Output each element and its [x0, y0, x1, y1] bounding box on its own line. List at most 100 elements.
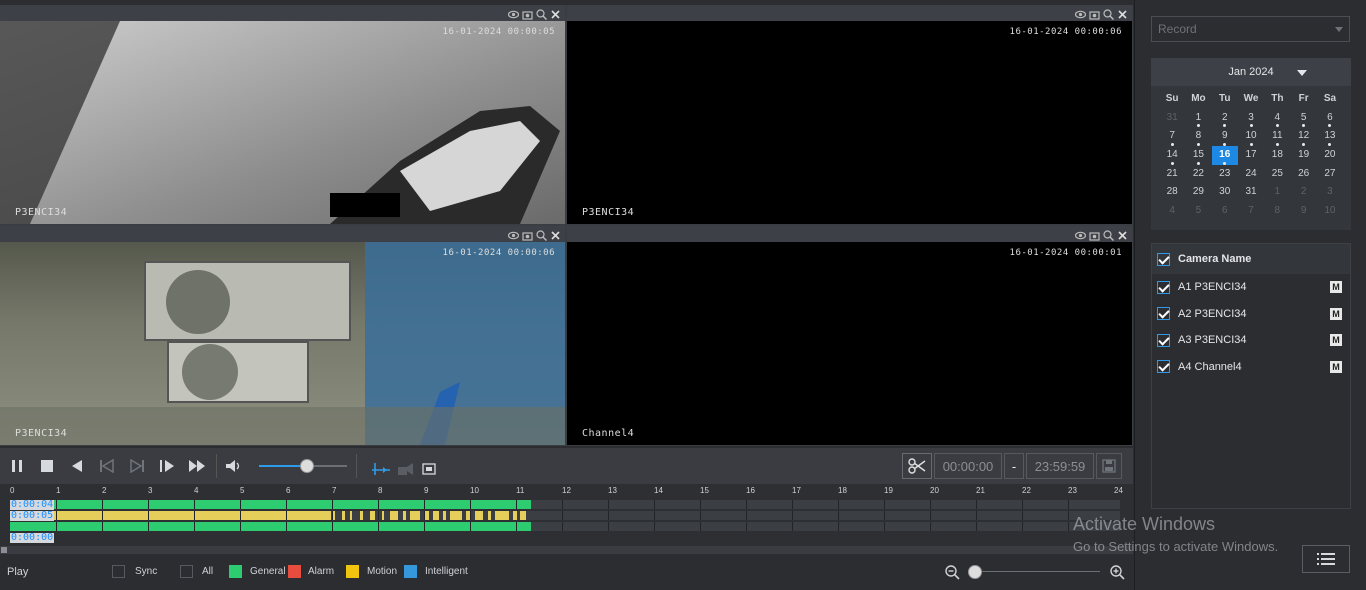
- calendar-day[interactable]: 18: [1264, 146, 1290, 165]
- zoom-icon[interactable]: [536, 228, 548, 242]
- fullscreen-icon[interactable]: [416, 456, 442, 482]
- volume-knob[interactable]: [300, 459, 314, 473]
- zoom-icon[interactable]: [536, 7, 548, 21]
- calendar-day[interactable]: 7: [1159, 127, 1185, 146]
- select-all-checkbox[interactable]: [1157, 252, 1170, 266]
- pause-icon[interactable]: [4, 453, 30, 479]
- calendar-day[interactable]: 14: [1159, 146, 1185, 165]
- close-icon[interactable]: [1117, 228, 1128, 240]
- video-tile-1[interactable]: 16-01-2024 00:00:05 P3ENCI34: [0, 5, 565, 224]
- clip-end-time[interactable]: 23:59:59: [1026, 453, 1094, 479]
- timeline-track-1[interactable]: [10, 500, 1120, 509]
- calendar-day[interactable]: 4: [1264, 109, 1290, 128]
- calendar-day[interactable]: 26: [1290, 165, 1316, 184]
- eye-icon[interactable]: [1074, 7, 1087, 19]
- calendar-header[interactable]: Jan 2024: [1151, 58, 1351, 86]
- close-icon[interactable]: [550, 228, 561, 240]
- sync-icon[interactable]: [368, 456, 394, 482]
- snapshot-icon[interactable]: [1089, 7, 1100, 20]
- calendar-day[interactable]: 5: [1290, 109, 1316, 128]
- stop-icon[interactable]: [34, 453, 60, 479]
- zoom-icon[interactable]: [1103, 7, 1115, 21]
- snapshot-icon[interactable]: [522, 7, 533, 20]
- calendar-day[interactable]: 2: [1290, 183, 1316, 202]
- camera-checkbox[interactable]: [1157, 307, 1170, 321]
- calendar-day[interactable]: 16: [1211, 146, 1238, 165]
- timeline-track-3[interactable]: [10, 522, 1120, 531]
- calendar-day[interactable]: 29: [1185, 183, 1211, 202]
- calendar-day[interactable]: 13: [1317, 127, 1343, 146]
- volume-icon[interactable]: [221, 453, 247, 479]
- video-tile-3[interactable]: 16-01-2024 00:00:06 P3ENCI34: [0, 226, 565, 445]
- calendar-day[interactable]: 6: [1212, 202, 1238, 221]
- close-icon[interactable]: [1117, 7, 1128, 19]
- calendar-day[interactable]: 15: [1185, 146, 1211, 165]
- close-icon[interactable]: [550, 7, 561, 19]
- general-checkbox[interactable]: [229, 565, 242, 578]
- eye-icon[interactable]: [507, 7, 520, 19]
- camera-checkbox[interactable]: [1157, 280, 1170, 294]
- eye-icon[interactable]: [1074, 228, 1087, 240]
- main-stream-button[interactable]: M: [1330, 360, 1342, 373]
- calendar-day[interactable]: 17: [1238, 146, 1264, 165]
- calendar-day[interactable]: 7: [1238, 202, 1264, 221]
- main-stream-button[interactable]: M: [1330, 281, 1342, 294]
- calendar-day[interactable]: 4: [1159, 202, 1185, 221]
- snapshot-icon[interactable]: [1089, 228, 1100, 241]
- snapshot-icon[interactable]: [522, 228, 533, 241]
- calendar-day[interactable]: 10: [1238, 127, 1264, 146]
- calendar-day[interactable]: 9: [1212, 127, 1238, 146]
- fast-forward-icon[interactable]: [184, 453, 210, 479]
- next-frame-icon[interactable]: [124, 453, 150, 479]
- file-list-button[interactable]: [1302, 545, 1350, 573]
- calendar-day[interactable]: 31: [1159, 109, 1185, 128]
- calendar-day[interactable]: 31: [1238, 183, 1264, 202]
- record-type-select[interactable]: Record: [1151, 16, 1350, 42]
- motion-checkbox[interactable]: [346, 565, 359, 578]
- timeline-zoom-slider[interactable]: [975, 571, 1100, 572]
- calendar-day[interactable]: 19: [1290, 146, 1316, 165]
- calendar-day[interactable]: 25: [1264, 165, 1290, 184]
- calendar-day[interactable]: 22: [1185, 165, 1211, 184]
- calendar-day[interactable]: 11: [1264, 127, 1290, 146]
- previous-frame-icon[interactable]: [94, 453, 120, 479]
- clip-start-time[interactable]: 00:00:00: [934, 453, 1002, 479]
- camera-row[interactable]: A1 P3ENCI34 M: [1152, 274, 1350, 301]
- timeline-track-2[interactable]: [10, 511, 1120, 520]
- slow-play-icon[interactable]: [154, 453, 180, 479]
- scroll-left-icon[interactable]: [1, 547, 7, 553]
- save-icon[interactable]: [1096, 453, 1122, 479]
- calendar-day[interactable]: 2: [1212, 109, 1238, 128]
- calendar-day[interactable]: 5: [1185, 202, 1211, 221]
- calendar-day[interactable]: 3: [1238, 109, 1264, 128]
- video-tile-4[interactable]: 16-01-2024 00:00:01 Channel4: [567, 226, 1132, 445]
- timeline[interactable]: 0 1 2 3 4 5 6 7 8 9 10 11 12 13 14 15 16 17 18 19 20 21 22 23 24…: [0, 484, 1133, 546]
- calendar-day[interactable]: 27: [1317, 165, 1343, 184]
- calendar-day[interactable]: 3: [1317, 183, 1343, 202]
- calendar-day[interactable]: 28: [1159, 183, 1185, 202]
- calendar-day[interactable]: 23: [1212, 165, 1238, 184]
- intelligent-checkbox[interactable]: [404, 565, 417, 578]
- alarm-checkbox[interactable]: [288, 565, 301, 578]
- timeline-scrollbar[interactable]: [0, 546, 1133, 554]
- camera-checkbox[interactable]: [1157, 360, 1170, 374]
- scissors-icon[interactable]: [902, 453, 932, 479]
- sync-checkbox[interactable]: [112, 565, 125, 578]
- camera-row[interactable]: A2 P3ENCI34 M: [1152, 301, 1350, 328]
- calendar-day[interactable]: 21: [1159, 165, 1185, 184]
- zoom-out-icon[interactable]: [944, 564, 960, 583]
- calendar-day[interactable]: 6: [1317, 109, 1343, 128]
- camera-row[interactable]: A3 P3ENCI34 M: [1152, 327, 1350, 354]
- camera-row[interactable]: A4 Channel4 M: [1152, 354, 1350, 381]
- calendar-day[interactable]: 30: [1212, 183, 1238, 202]
- timeline-zoom-knob[interactable]: [968, 565, 982, 579]
- calendar-day[interactable]: 8: [1264, 202, 1290, 221]
- calendar-day[interactable]: 1: [1185, 109, 1211, 128]
- volume-slider[interactable]: [259, 459, 347, 473]
- smart-search-icon[interactable]: [392, 456, 418, 482]
- calendar-day[interactable]: 8: [1185, 127, 1211, 146]
- main-stream-button[interactable]: M: [1330, 334, 1342, 347]
- calendar-day[interactable]: 10: [1317, 202, 1343, 221]
- camera-checkbox[interactable]: [1157, 333, 1170, 347]
- zoom-icon[interactable]: [1103, 228, 1115, 242]
